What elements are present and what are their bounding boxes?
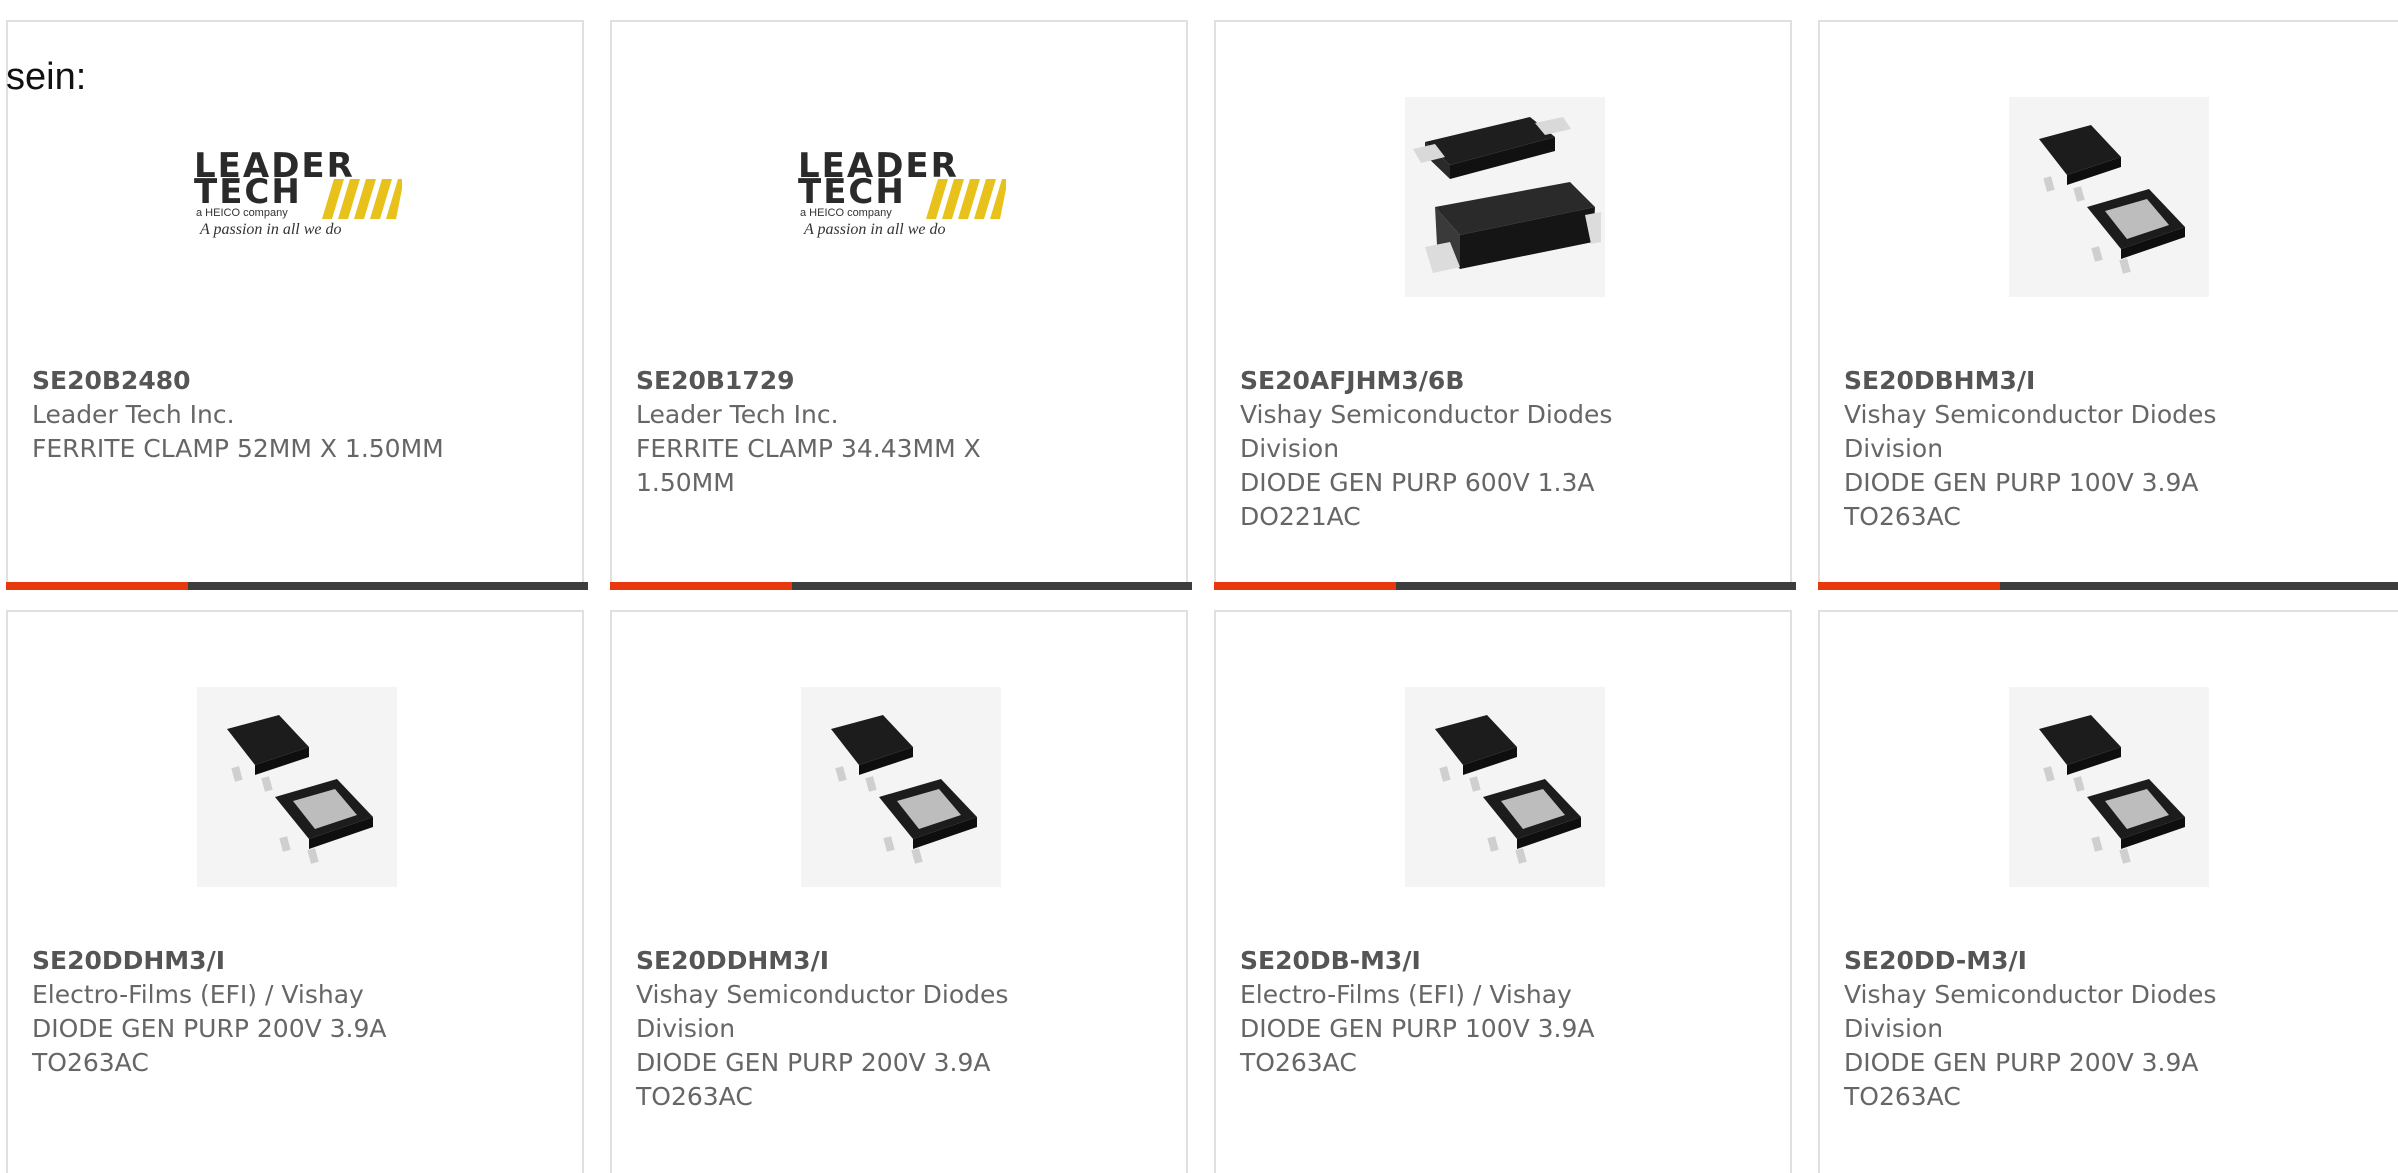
card-accent: [1818, 582, 2000, 590]
product-image[interactable]: [1820, 92, 2398, 302]
to263ac-package-image: [2009, 97, 2209, 297]
to263ac-package-image: [801, 687, 1001, 887]
section-heading: sein:: [6, 56, 87, 98]
to263ac-package-image: [1405, 687, 1605, 887]
product-card[interactable]: SE20DBHM3/I Vishay Semiconductor Diodes …: [1818, 20, 2398, 590]
product-image[interactable]: [1216, 682, 1794, 892]
card-accent: [1214, 582, 1396, 590]
product-card[interactable]: SE20DDHM3/I Electro-Films (EFI) / Vishay…: [6, 610, 584, 1173]
product-image[interactable]: [612, 682, 1190, 892]
card-bottom-bar: [1214, 582, 1796, 590]
part-number-link[interactable]: SE20DDHM3/I: [32, 944, 462, 978]
product-image[interactable]: LEADER TECH a HEICO company A passion in…: [612, 92, 1190, 302]
manufacturer: Leader Tech Inc.: [32, 400, 235, 429]
description: FERRITE CLAMP 34.43MM X 1.50MM: [636, 434, 981, 497]
description: DIODE GEN PURP 200V 3.9A TO263AC: [636, 1048, 991, 1111]
description: FERRITE CLAMP 52MM X 1.50MM: [32, 434, 444, 463]
description: DIODE GEN PURP 200V 3.9A TO263AC: [32, 1014, 387, 1077]
manufacturer: Electro-Films (EFI) / Vishay: [1240, 980, 1572, 1009]
part-number-link[interactable]: SE20B1729: [636, 364, 1066, 398]
do221ac-package-image: [1405, 97, 1605, 297]
card-accent: [6, 582, 188, 590]
product-card[interactable]: LEADER TECH a HEICO company A passion in…: [610, 20, 1192, 590]
part-number-link[interactable]: SE20DBHM3/I: [1844, 364, 2274, 398]
manufacturer: Leader Tech Inc.: [636, 400, 839, 429]
part-number-link[interactable]: SE20AFJHM3/6B: [1240, 364, 1670, 398]
product-card[interactable]: SE20DDHM3/I Vishay Semiconductor Diodes …: [610, 610, 1188, 1173]
to263ac-package-image: [197, 687, 397, 887]
product-image[interactable]: [1820, 682, 2398, 892]
card-bottom-bar: [1818, 582, 2398, 590]
card-bottom-bar: [610, 582, 1192, 590]
product-image[interactable]: [1216, 92, 1794, 302]
description: DIODE GEN PURP 200V 3.9A TO263AC: [1844, 1048, 2199, 1111]
product-image[interactable]: LEADER TECH a HEICO company A passion in…: [8, 92, 586, 302]
product-card[interactable]: SE20DD-M3/I Vishay Semiconductor Diodes …: [1818, 610, 2398, 1173]
manufacturer: Vishay Semiconductor Diodes Division: [636, 980, 1009, 1043]
manufacturer: Electro-Films (EFI) / Vishay: [32, 980, 364, 1009]
part-number-link[interactable]: SE20DB-M3/I: [1240, 944, 1670, 978]
part-number-link[interactable]: SE20DDHM3/I: [636, 944, 1066, 978]
to263ac-package-image: [2009, 687, 2209, 887]
manufacturer: Vishay Semiconductor Diodes Division: [1844, 400, 2217, 463]
card-bottom-bar: [6, 582, 588, 590]
part-number-link[interactable]: SE20DD-M3/I: [1844, 944, 2274, 978]
leader-tech-logo: LEADER TECH a HEICO company A passion in…: [798, 149, 1006, 245]
leader-tech-logo: LEADER TECH a HEICO company A passion in…: [194, 149, 402, 245]
manufacturer: Vishay Semiconductor Diodes Division: [1844, 980, 2217, 1043]
description: DIODE GEN PURP 100V 3.9A TO263AC: [1240, 1014, 1595, 1077]
description: DIODE GEN PURP 600V 1.3A DO221AC: [1240, 468, 1595, 531]
product-card[interactable]: LEADER TECH a HEICO company A passion in…: [6, 20, 588, 590]
part-number-link[interactable]: SE20B2480: [32, 364, 462, 398]
product-card[interactable]: SE20AFJHM3/6B Vishay Semiconductor Diode…: [1214, 20, 1796, 590]
product-card[interactable]: SE20DB-M3/I Electro-Films (EFI) / Vishay…: [1214, 610, 1792, 1173]
card-accent: [610, 582, 792, 590]
product-image[interactable]: [8, 682, 586, 892]
description: DIODE GEN PURP 100V 3.9A TO263AC: [1844, 468, 2199, 531]
manufacturer: Vishay Semiconductor Diodes Division: [1240, 400, 1613, 463]
